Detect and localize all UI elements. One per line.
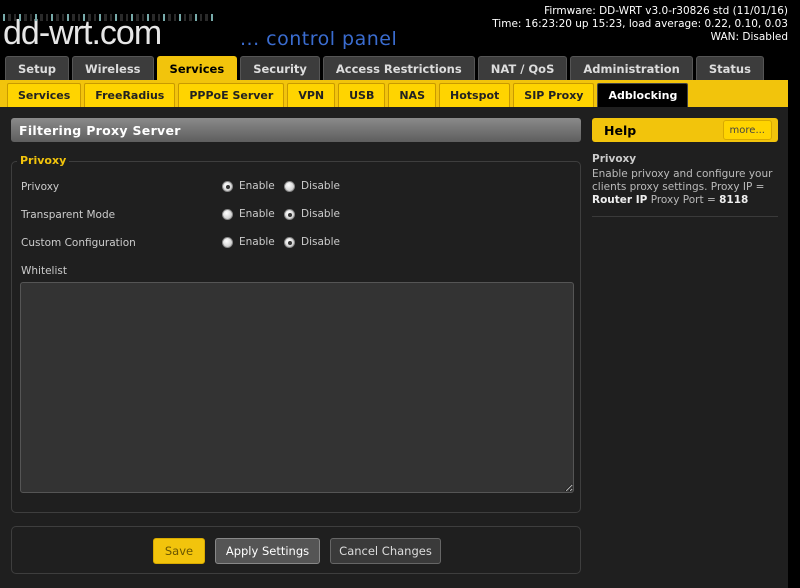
help-bold-router-ip: Router IP xyxy=(592,194,648,206)
firmware-version: Firmware: DD-WRT v3.0-r30826 std (11/01/… xyxy=(544,5,788,17)
enable-radio[interactable]: Enable xyxy=(222,236,275,248)
save-button[interactable]: Save xyxy=(153,538,205,564)
help-text-2: Proxy Port = xyxy=(650,194,716,206)
sub-tab-vpn[interactable]: VPN xyxy=(287,83,336,107)
sub-tab-pppoe-server[interactable]: PPPoE Server xyxy=(178,83,285,107)
main-nav: Setup Wireless Services Security Access Rest… xyxy=(5,56,764,80)
logo-dots xyxy=(3,14,214,24)
header: dd-wrt.com ... control panel Firmware: D… xyxy=(0,0,800,56)
whitelist-textarea[interactable] xyxy=(20,282,574,493)
radio-label: Disable xyxy=(301,236,340,248)
radio-label: Enable xyxy=(239,208,275,220)
help-text: Enable privoxy and configure your client… xyxy=(592,168,778,207)
disable-radio[interactable]: Disable xyxy=(284,180,340,192)
sub-tab-services[interactable]: Services xyxy=(7,83,82,107)
radio-circle[interactable] xyxy=(222,180,233,192)
main-tab-nat-qos[interactable]: NAT / QoS xyxy=(477,56,568,80)
main-tab-setup[interactable]: Setup xyxy=(5,56,69,80)
help-more-button[interactable]: more... xyxy=(722,120,772,140)
help-bold-port: 8118 xyxy=(719,194,749,206)
main-tab-status[interactable]: Status xyxy=(695,56,764,80)
sub-tab-hotspot[interactable]: Hotspot xyxy=(439,83,511,107)
apply-settings-button[interactable]: Apply Settings xyxy=(215,538,320,564)
button-bar: Save Apply Settings Cancel Changes xyxy=(11,526,581,574)
help-title: Help xyxy=(604,123,637,138)
ddwrt-logo: dd-wrt.com xyxy=(3,14,214,53)
setting-label: Transparent Mode xyxy=(21,209,116,221)
sub-tab-adblocking[interactable]: Adblocking xyxy=(597,83,689,107)
wan-status: WAN: Disabled xyxy=(710,31,788,43)
main-tab-administration[interactable]: Administration xyxy=(570,56,693,80)
section-title: Filtering Proxy Server xyxy=(11,118,581,142)
whitelist-label: Whitelist xyxy=(21,265,67,277)
cancel-changes-button[interactable]: Cancel Changes xyxy=(330,538,441,564)
setting-label: Custom Configuration xyxy=(21,237,136,249)
uptime: Time: 16:23:20 up 15:23, load average: 0… xyxy=(492,18,788,30)
help-header: Help more... xyxy=(592,118,778,142)
radio-circle[interactable] xyxy=(222,236,233,248)
radio-circle[interactable] xyxy=(222,208,233,220)
help-divider xyxy=(592,216,778,217)
sub-tab-nas[interactable]: NAS xyxy=(388,83,436,107)
main-tab-security[interactable]: Security xyxy=(240,56,320,80)
setting-row: Privoxy Enable Disable xyxy=(21,180,571,196)
router-info: Firmware: DD-WRT v3.0-r30826 std (11/01/… xyxy=(492,5,788,44)
radio-label: Disable xyxy=(301,180,340,192)
control-panel-subtitle: ... control panel xyxy=(240,28,398,50)
radio-circle[interactable] xyxy=(284,180,295,192)
setting-row: Custom Configuration Enable Disable xyxy=(21,236,571,252)
radio-circle[interactable] xyxy=(284,208,295,220)
main-tab-wireless[interactable]: Wireless xyxy=(72,56,154,80)
content-area: Filtering Proxy Server Privoxy Privoxy En… xyxy=(0,107,788,588)
sub-nav: Services FreeRadius PPPoE Server VPN USB NAS H… xyxy=(0,80,788,107)
help-text-1: Enable privoxy and configure your client… xyxy=(592,168,773,193)
sub-tab-freeradius[interactable]: FreeRadius xyxy=(84,83,176,107)
privoxy-fieldset: Privoxy Privoxy Enable Disable Transparent … xyxy=(11,154,581,513)
main-tab-services[interactable]: Services xyxy=(156,56,238,80)
enable-radio[interactable]: Enable xyxy=(222,180,275,192)
sub-tab-sip-proxy[interactable]: SIP Proxy xyxy=(513,83,595,107)
help-heading: Privoxy xyxy=(592,153,637,165)
fieldset-legend: Privoxy xyxy=(17,154,70,167)
disable-radio[interactable]: Disable xyxy=(284,236,340,248)
enable-radio[interactable]: Enable xyxy=(222,208,275,220)
setting-row: Transparent Mode Enable Disable xyxy=(21,208,571,224)
radio-label: Enable xyxy=(239,180,275,192)
sub-tab-usb[interactable]: USB xyxy=(338,83,386,107)
help-body: Privoxy Enable privoxy and configure you… xyxy=(592,153,778,207)
radio-label: Disable xyxy=(301,208,340,220)
setting-label: Privoxy xyxy=(21,181,60,193)
radio-circle[interactable] xyxy=(284,236,295,248)
disable-radio[interactable]: Disable xyxy=(284,208,340,220)
radio-label: Enable xyxy=(239,236,275,248)
main-tab-access-restrictions[interactable]: Access Restrictions xyxy=(322,56,475,80)
